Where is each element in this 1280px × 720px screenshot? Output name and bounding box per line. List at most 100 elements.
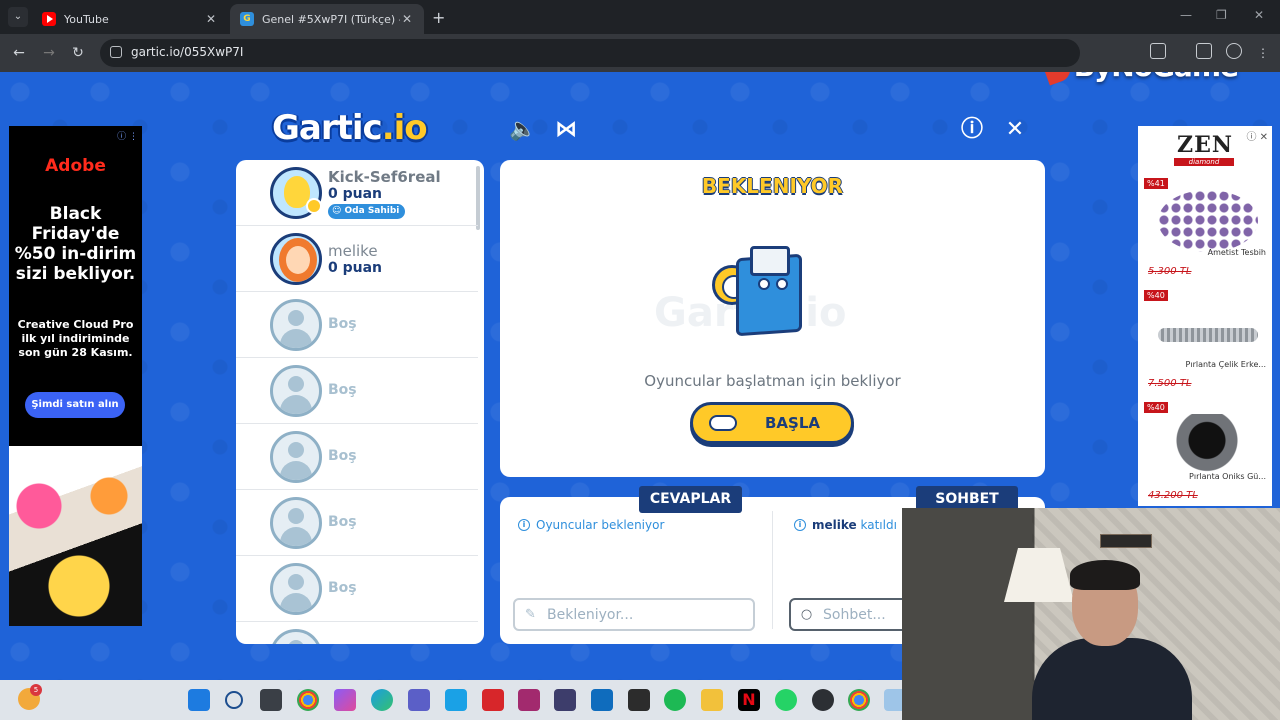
empty-slot-label: Boş — [328, 316, 357, 332]
status-message: Oyuncular başlatman için bekliyor — [644, 372, 901, 390]
extensions-menu-icon[interactable] — [1196, 43, 1212, 59]
empty-slot: Boş — [236, 556, 478, 622]
tab-title: YouTube — [64, 12, 109, 26]
tab-title: Genel #5XwP7I (Türkçe) - Gartic — [262, 12, 400, 26]
site-info-icon[interactable] — [110, 46, 122, 58]
product-price: 43.200 TL — [1148, 490, 1198, 501]
tab-youtube[interactable]: YouTube ✕ — [32, 4, 228, 34]
ad-brand-sub: diamond — [1174, 158, 1234, 166]
share-icon[interactable]: ⋈ — [552, 116, 580, 144]
info-icon[interactable]: ⓘ — [958, 116, 986, 144]
player-points: 0 puan — [328, 260, 383, 276]
player-name: Kick-Sef6real — [328, 168, 441, 186]
store-icon[interactable] — [554, 689, 576, 711]
url-field[interactable]: gartic.io/055XwP7I — [100, 39, 1080, 67]
product-price: 5.300 TL — [1148, 266, 1192, 277]
teams-icon[interactable] — [408, 689, 430, 711]
window-close-icon[interactable]: ✕ — [1254, 8, 1264, 22]
empty-slot-label: Boş — [328, 448, 357, 464]
empty-avatar-icon — [270, 431, 322, 483]
notification-badge: 5 — [30, 684, 42, 696]
copilot-icon[interactable] — [334, 689, 356, 711]
left-advertisement[interactable]: ⓘ ⋮ Adobe Black Friday'de %50 in-dirim s… — [9, 126, 142, 626]
ad-subline: Creative Cloud Pro ilk yıl indiriminde s… — [17, 318, 134, 359]
acrobat-icon[interactable] — [482, 689, 504, 711]
product-name: Ametist Tesbih — [1207, 248, 1266, 257]
chat-info: i melike katıldı — [794, 518, 897, 532]
close-tab-icon[interactable]: ✕ — [400, 12, 414, 26]
player-row: melike 0 puan — [236, 226, 478, 292]
start-button-label: BAŞLA — [765, 414, 821, 432]
mascot-eye — [776, 278, 788, 290]
answer-input[interactable] — [547, 605, 737, 625]
snipping-tool-icon[interactable] — [518, 689, 540, 711]
logo-main: Gartic — [272, 108, 383, 148]
outlook-icon[interactable] — [591, 689, 613, 711]
empty-slot-label: Boş — [328, 382, 357, 398]
empty-slot: Boş — [236, 490, 478, 556]
empty-avatar-icon — [270, 497, 322, 549]
ad-product[interactable]: %41 Ametist Tesbih 5.300 TL — [1144, 178, 1268, 288]
ad-product[interactable]: %40 Pırlanta Çelik Erke... 7.500 TL — [1144, 290, 1268, 400]
adchoices-icon[interactable]: ⓘ ⋮ — [117, 129, 138, 142]
file-explorer-icon[interactable] — [701, 689, 723, 711]
start-button[interactable]: BAŞLA — [690, 402, 854, 444]
back-icon[interactable]: ← — [10, 44, 28, 62]
extension-icon[interactable] — [1150, 43, 1166, 59]
close-tab-icon[interactable]: ✕ — [204, 12, 218, 26]
minimize-icon[interactable]: — — [1180, 8, 1192, 22]
right-advertisement[interactable]: ⓘ ✕ ZEN diamond %41 Ametist Tesbih 5.300… — [1138, 126, 1272, 506]
whatsapp-icon[interactable] — [775, 689, 797, 711]
host-crown-icon — [306, 198, 322, 214]
gartic-logo: Gartic.io — [272, 108, 428, 148]
browser-menu-icon[interactable]: ⋮ — [1254, 44, 1272, 62]
app-icon[interactable] — [445, 689, 467, 711]
tab-answers[interactable]: CEVAPLAR — [639, 486, 742, 513]
answers-info-text: Oyuncular bekleniyor — [536, 518, 665, 532]
chrome-icon[interactable] — [297, 689, 319, 711]
ring-image — [1174, 414, 1240, 480]
tab-search-button[interactable]: ⌄ — [8, 7, 28, 27]
empty-avatar-icon — [270, 563, 322, 615]
app-icon[interactable] — [628, 689, 650, 711]
pencil-icon: ✎ — [525, 607, 536, 622]
chrome-active-icon[interactable] — [848, 689, 870, 711]
netflix-icon[interactable]: N — [738, 689, 760, 711]
wall-sign — [1100, 534, 1152, 548]
new-tab-button[interactable]: + — [432, 8, 445, 27]
forward-icon[interactable]: → — [40, 44, 58, 62]
webcam-overlay — [902, 508, 1280, 720]
empty-avatar-icon — [270, 299, 322, 351]
bynogame-watermark: ByNoGame — [1039, 72, 1239, 86]
empty-slot: Boş — [236, 424, 478, 490]
empty-slot: Boş — [236, 292, 478, 358]
mascot-eye — [758, 278, 770, 290]
start-menu-icon[interactable] — [188, 689, 210, 711]
ad-product[interactable]: %40 Pırlanta Oniks Gü... 43.200 TL — [1144, 402, 1268, 512]
panel-divider — [772, 511, 773, 629]
edge-icon[interactable] — [371, 689, 393, 711]
streamer-hair — [1070, 560, 1140, 590]
prayer-beads-image — [1158, 190, 1258, 252]
streamer — [1032, 560, 1192, 720]
discount-badge: %40 — [1144, 290, 1168, 301]
search-icon[interactable] — [225, 691, 243, 709]
profile-icon[interactable] — [1226, 43, 1242, 59]
reload-icon[interactable]: ↻ — [69, 44, 87, 62]
tab-gartic[interactable]: G Genel #5XwP7I (Türkçe) - Gartic ✕ — [230, 4, 424, 34]
maximize-icon[interactable]: ❐ — [1216, 8, 1227, 22]
empty-slot-label: Boş — [328, 580, 357, 596]
task-view-icon[interactable] — [260, 689, 282, 711]
ad-cta-button[interactable]: Şimdi satın alın — [25, 392, 125, 418]
badge-label: Oda Sahibi — [344, 206, 400, 216]
empty-slot: Boş — [236, 358, 478, 424]
obs-icon[interactable] — [812, 689, 834, 711]
answer-field[interactable]: ✎ — [513, 598, 755, 631]
exit-icon[interactable]: ✕ — [1001, 116, 1029, 144]
url-text: gartic.io/055XwP7I — [131, 45, 244, 59]
sound-icon[interactable]: 🔈 — [509, 116, 537, 144]
spotify-icon[interactable] — [664, 689, 686, 711]
discount-badge: %40 — [1144, 402, 1168, 413]
empty-avatar-icon — [270, 629, 322, 644]
empty-avatar-icon — [270, 365, 322, 417]
